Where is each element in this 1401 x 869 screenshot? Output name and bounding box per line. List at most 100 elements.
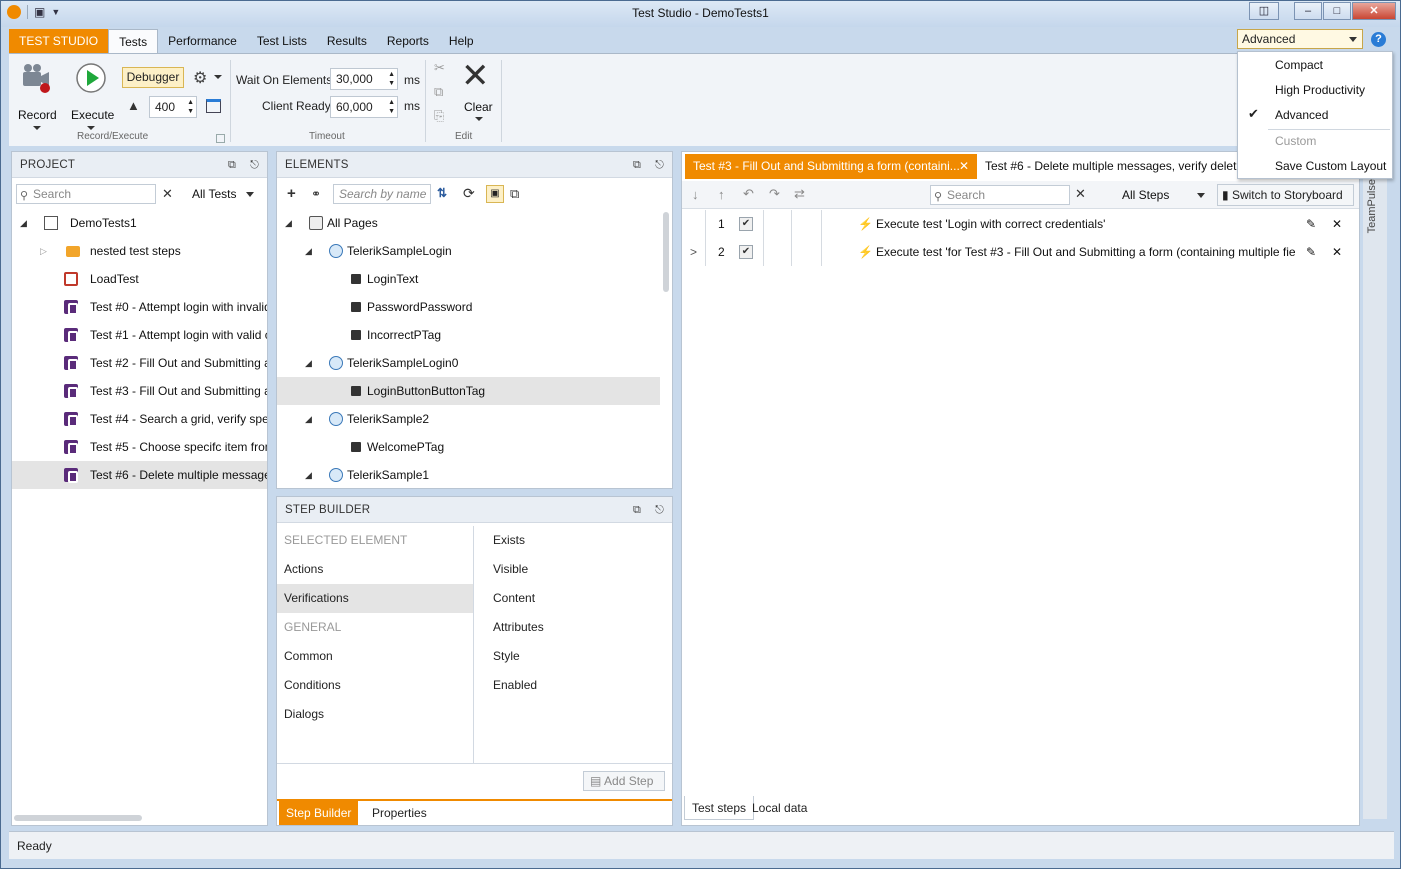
save-custom-layout[interactable]: Save Custom Layout — [1275, 159, 1386, 173]
sort-icon[interactable]: ⇅ — [437, 186, 447, 200]
tree-item-test[interactable]: Test #0 - Attempt login with invalid — [12, 293, 267, 321]
elements-search-input[interactable]: Search by name — [333, 184, 431, 204]
add-element-icon[interactable]: + — [287, 185, 296, 202]
expand-icon[interactable]: ◢ — [20, 209, 27, 237]
clear-button[interactable]: ✕ Clear — [459, 58, 499, 126]
element-node[interactable]: ◢ TelerikSample2 — [277, 405, 672, 433]
tree-item-test[interactable]: Test #3 - Fill Out and Submitting a — [12, 377, 267, 405]
speed-input[interactable]: 400 ▲ ▼ — [149, 96, 197, 118]
paste-icon[interactable]: ⎘ — [434, 108, 444, 124]
doc-tab-test-3[interactable]: Test #3 - Fill Out and Submitting a form… — [685, 154, 977, 179]
doc-tab-test-6[interactable]: Test #6 - Delete multiple messages, veri… — [977, 154, 1239, 179]
steps-filter-dropdown[interactable]: All Steps — [1122, 188, 1206, 202]
option-attributes[interactable]: Attributes — [486, 613, 544, 642]
pin-icon[interactable]: ⎋ — [250, 152, 259, 178]
float-panel-icon[interactable]: ⧉ — [633, 497, 641, 523]
move-down-icon[interactable]: ↓ — [692, 187, 699, 202]
tab-reports[interactable]: Reports — [377, 29, 439, 53]
debugger-toggle[interactable]: Debugger — [122, 67, 184, 88]
tab-step-builder[interactable]: Step Builder — [279, 801, 359, 825]
edit-step-icon[interactable]: ✎ — [1306, 238, 1316, 266]
highlight-toggle-icon[interactable]: ▣ — [486, 185, 504, 203]
project-filter-dropdown[interactable]: All Tests — [192, 187, 255, 201]
tab-test-lists[interactable]: Test Lists — [247, 29, 317, 53]
cut-icon[interactable]: ✂ — [434, 60, 445, 76]
tab-properties[interactable]: Properties — [365, 801, 434, 825]
execute-dropdown-icon[interactable] — [87, 126, 95, 130]
elements-scrollbar[interactable] — [663, 212, 669, 292]
gear-icon[interactable]: ⚙ — [193, 68, 207, 88]
project-scrollbar[interactable] — [14, 815, 142, 821]
move-up-icon[interactable]: ↑ — [718, 187, 725, 202]
layout-option-high-productivity[interactable]: High Productivity — [1275, 83, 1365, 97]
layout-option-compact[interactable]: Compact — [1275, 58, 1323, 72]
steps-search-input[interactable]: ⚲ Search — [930, 185, 1070, 205]
tab-performance[interactable]: Performance — [158, 29, 247, 53]
layout-dropdown[interactable]: Advanced — [1237, 29, 1363, 49]
link-icon[interactable]: ⚭ — [311, 187, 321, 201]
expand-icon[interactable]: ◢ — [305, 237, 312, 265]
client-ready-spinner-icon[interactable]: ▲ ▼ — [388, 98, 395, 116]
tree-item-test[interactable]: Test #2 - Fill Out and Submitting a — [12, 349, 267, 377]
client-ready-input[interactable]: 60,000 ▲ ▼ — [330, 96, 398, 118]
element-node[interactable]: LoginText — [277, 265, 672, 293]
copy-icon[interactable]: ⧉ — [434, 84, 443, 100]
tree-item-test[interactable]: Test #5 - Choose specifc item from — [12, 433, 267, 461]
edit-step-icon[interactable]: ✎ — [1306, 210, 1316, 238]
expand-step-icon[interactable]: > — [690, 238, 697, 266]
collapse-all-icon[interactable]: ⧉ — [510, 186, 519, 202]
tab-tests[interactable]: Tests — [108, 29, 159, 53]
tab-test-steps[interactable]: Test steps — [684, 796, 755, 820]
help-icon[interactable]: ? — [1371, 32, 1386, 47]
option-exists[interactable]: Exists — [486, 526, 525, 555]
expand-icon[interactable]: ◢ — [305, 461, 312, 489]
wait-spinner-icon[interactable]: ▲ ▼ — [388, 70, 395, 88]
wait-on-elements-input[interactable]: 30,000 ▲ ▼ — [330, 68, 398, 90]
maximize-button[interactable]: □ — [1323, 2, 1351, 20]
category-common[interactable]: Common — [277, 642, 473, 671]
teampulse-side-rail[interactable]: TeamPulse — [1363, 179, 1387, 819]
tree-item-folder[interactable]: ▷ nested test steps — [12, 237, 267, 265]
layout-switch-icon[interactable]: ◫ — [1249, 2, 1279, 20]
expand-icon[interactable]: ◢ — [305, 405, 312, 433]
element-node[interactable]: ◢ TelerikSampleLogin — [277, 237, 672, 265]
settings-dropdown-icon[interactable] — [214, 75, 222, 79]
tab-local-data[interactable]: Local data — [745, 796, 814, 820]
clear-steps-search-icon[interactable]: ✕ — [1075, 186, 1086, 202]
tree-item-test[interactable]: Test #6 - Delete multiple messages — [12, 461, 267, 489]
redo-icon[interactable]: ↷ — [769, 186, 780, 202]
element-node[interactable]: ◢ TelerikSample1 — [277, 461, 672, 489]
close-tab-icon[interactable]: ✕ — [959, 154, 969, 179]
minimize-button[interactable]: – — [1294, 2, 1322, 20]
record-dropdown-icon[interactable] — [33, 126, 41, 130]
test-step-row[interactable]: > 2 ✔ ⚡ Execute test 'for Test #3 - Fill… — [682, 238, 1359, 266]
category-dialogs[interactable]: Dialogs — [277, 700, 473, 729]
close-button[interactable]: ✕ — [1352, 2, 1396, 20]
element-node[interactable]: PasswordPassword — [277, 293, 672, 321]
speed-spinner-icon[interactable]: ▲ ▼ — [187, 98, 194, 116]
pin-icon[interactable]: ⎋ — [655, 152, 664, 178]
add-step-button[interactable]: ▤ Add Step — [583, 771, 665, 791]
layout-option-advanced[interactable]: Advanced — [1275, 108, 1328, 122]
delete-step-icon[interactable]: ✕ — [1332, 210, 1342, 238]
tree-item-project[interactable]: ◢ DemoTests1 — [12, 209, 267, 237]
tab-results[interactable]: Results — [317, 29, 377, 53]
tab-help[interactable]: Help — [439, 29, 484, 53]
element-node[interactable]: WelcomePTag — [277, 433, 672, 461]
element-node[interactable]: IncorrectPTag — [277, 321, 672, 349]
test-step-row[interactable]: 1 ✔ ⚡ Execute test 'Login with correct c… — [682, 210, 1359, 238]
category-actions[interactable]: Actions — [277, 555, 473, 584]
element-node[interactable]: LoginButtonButtonTag — [277, 377, 660, 405]
tab-test-studio[interactable]: TEST STUDIO — [9, 29, 109, 53]
refresh-icon[interactable]: ⟳ — [463, 185, 475, 202]
expand-icon[interactable]: ◢ — [305, 349, 312, 377]
clear-dropdown-icon[interactable] — [475, 117, 483, 121]
output-window-icon[interactable] — [206, 99, 221, 113]
tree-item-test[interactable]: Test #1 - Attempt login with valid c — [12, 321, 267, 349]
option-enabled[interactable]: Enabled — [486, 671, 537, 700]
float-panel-icon[interactable]: ⧉ — [228, 152, 236, 178]
float-panel-icon[interactable]: ⧉ — [633, 152, 641, 178]
group-expand-icon[interactable] — [216, 134, 225, 143]
option-visible[interactable]: Visible — [486, 555, 528, 584]
clear-search-icon[interactable]: ✕ — [162, 186, 173, 202]
